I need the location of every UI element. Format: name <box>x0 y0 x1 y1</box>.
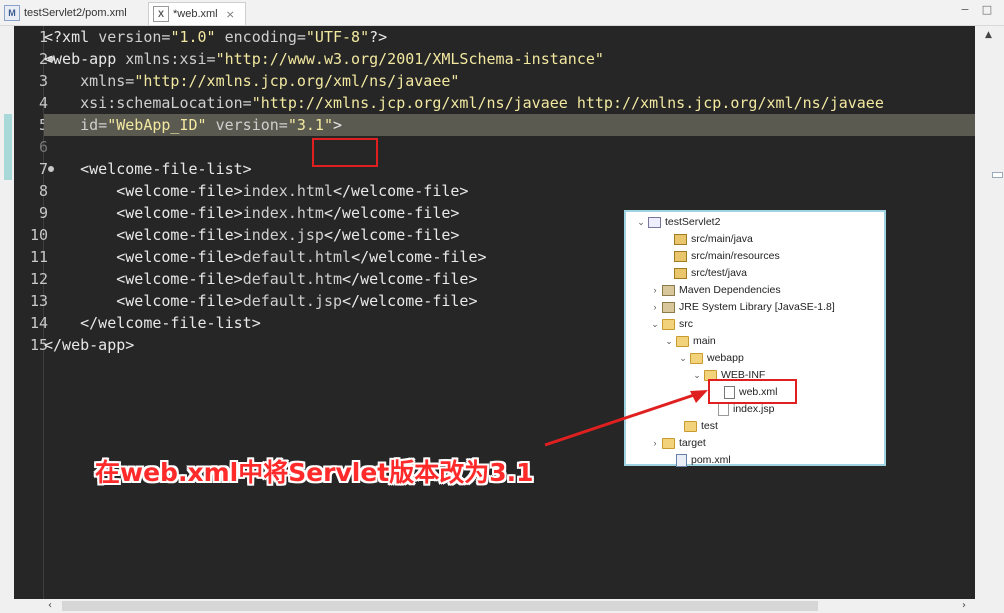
annotation-arrow <box>544 390 708 447</box>
arrow-line <box>544 391 701 447</box>
annotation-text: 在web.xml中将Servlet版本改为3.1 <box>95 458 534 487</box>
